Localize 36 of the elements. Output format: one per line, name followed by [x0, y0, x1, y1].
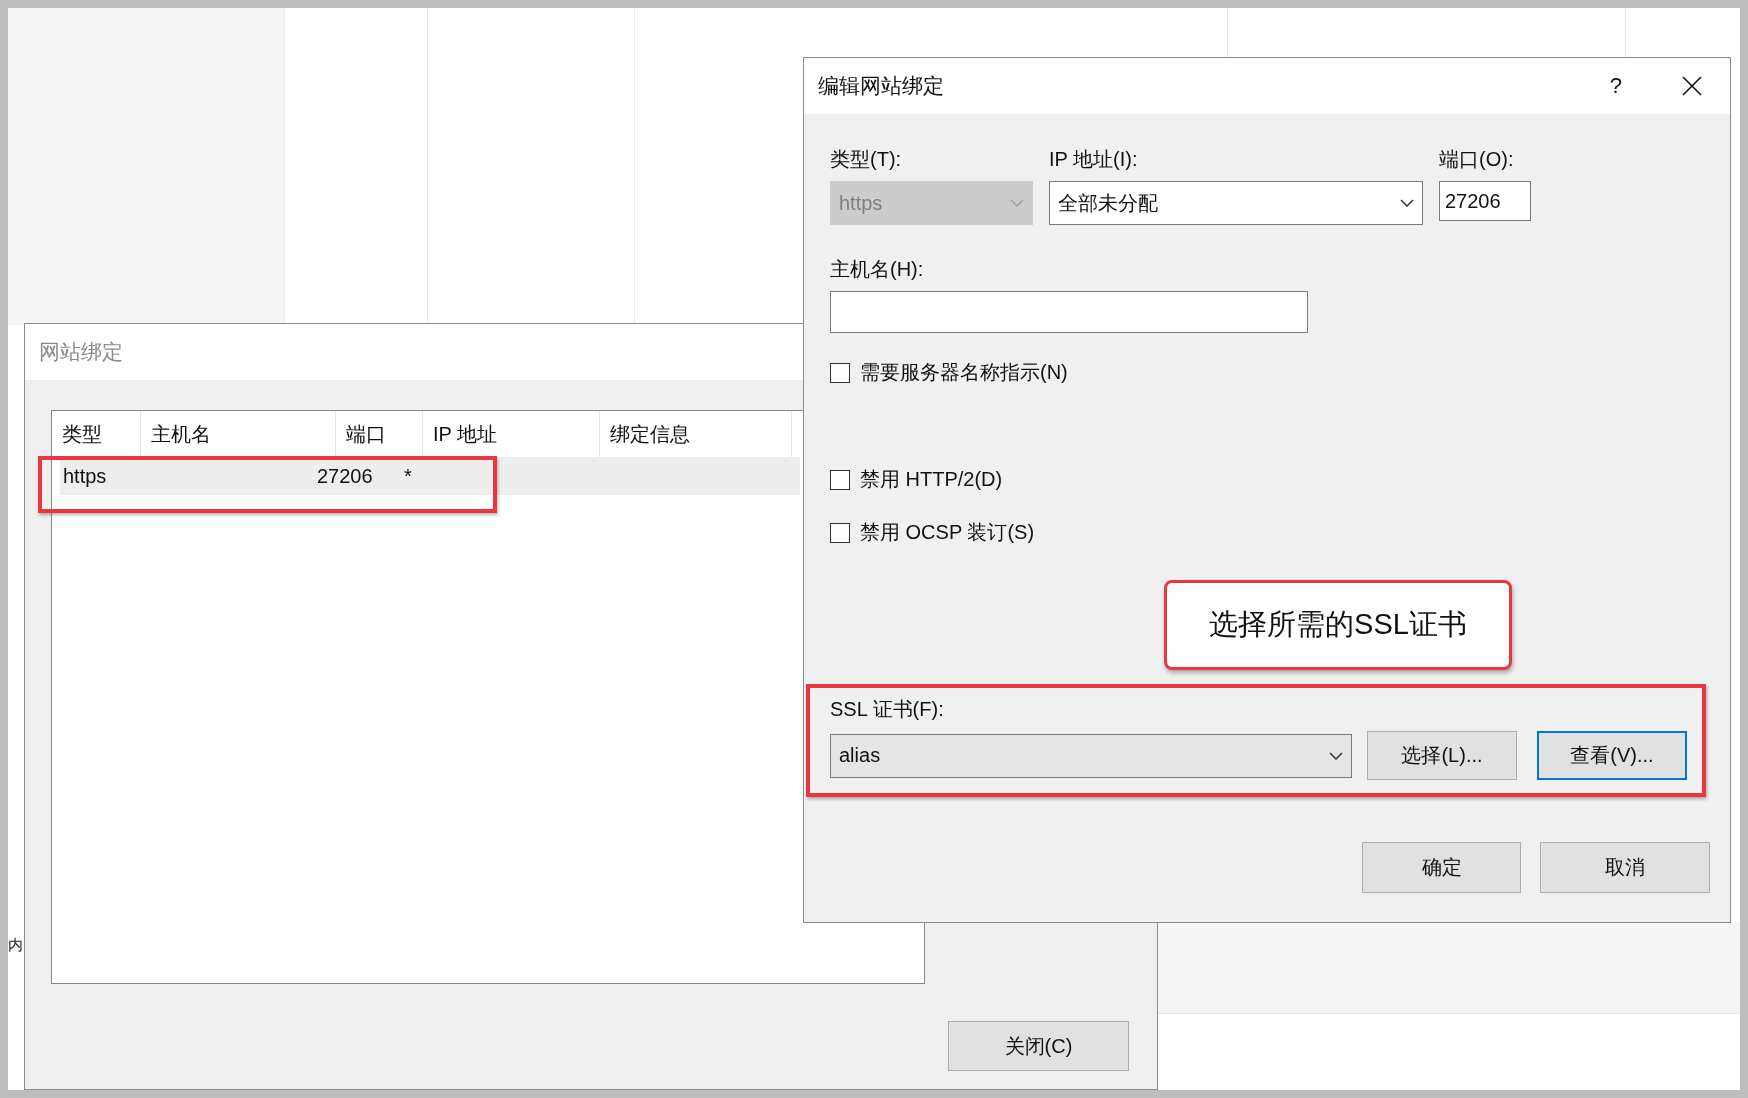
binding-row[interactable]: https 27206 * [60, 457, 800, 495]
field-label: 端口(O): [1439, 147, 1514, 172]
column-header[interactable]: 类型 [52, 411, 141, 457]
chevron-icon [1010, 199, 1024, 207]
close-icon[interactable] [1682, 76, 1702, 96]
field-label: IP 地址(I): [1049, 147, 1138, 172]
side-label: 内 [8, 936, 23, 954]
cancel-button[interactable]: 取消 [1540, 842, 1710, 893]
checkbox-label: 需要服务器名称指示(N) [860, 360, 1068, 385]
port-field[interactable]: 27206 [1439, 181, 1531, 221]
checkbox[interactable] [830, 469, 850, 490]
chevron-icon [1329, 751, 1343, 760]
table-cell-text: 27206 [317, 464, 374, 488]
help-button[interactable]: ? [1609, 73, 1622, 99]
table-cell: * [404, 464, 412, 488]
column-header[interactable]: 端口 [336, 411, 423, 457]
checkbox[interactable] [830, 362, 850, 383]
certificate-dropdown[interactable]: alias [830, 733, 1352, 778]
checkbox-label: 禁用 HTTP/2(D) [860, 467, 1003, 492]
field-label: 类型(T): [830, 147, 902, 172]
checkbox[interactable] [830, 522, 850, 543]
checkbox-label: 禁用 OCSP 装订(S) [860, 520, 1035, 545]
view-button[interactable]: 查看(V)... [1537, 731, 1687, 780]
field-label: SSL 证书(F): [830, 697, 944, 722]
window-title: 网站绑定 [39, 339, 123, 365]
ip-dropdown[interactable]: 全部未分配 [1049, 181, 1423, 225]
column-header[interactable]: 主机名 [141, 411, 336, 457]
ok-button[interactable]: 确定 [1362, 842, 1521, 893]
hostname-field[interactable] [830, 291, 1308, 333]
close-button[interactable]: 关闭(C) [948, 1021, 1129, 1071]
dialog-title: 编辑网站绑定 [818, 73, 944, 99]
field-label: 主机名(H): [830, 257, 924, 282]
callout-text: 选择所需的SSL证书 [1209, 607, 1467, 642]
select-button[interactable]: 选择(L)... [1367, 731, 1517, 780]
table-cell-text: https [62, 464, 108, 488]
chevron-icon [1400, 199, 1414, 207]
